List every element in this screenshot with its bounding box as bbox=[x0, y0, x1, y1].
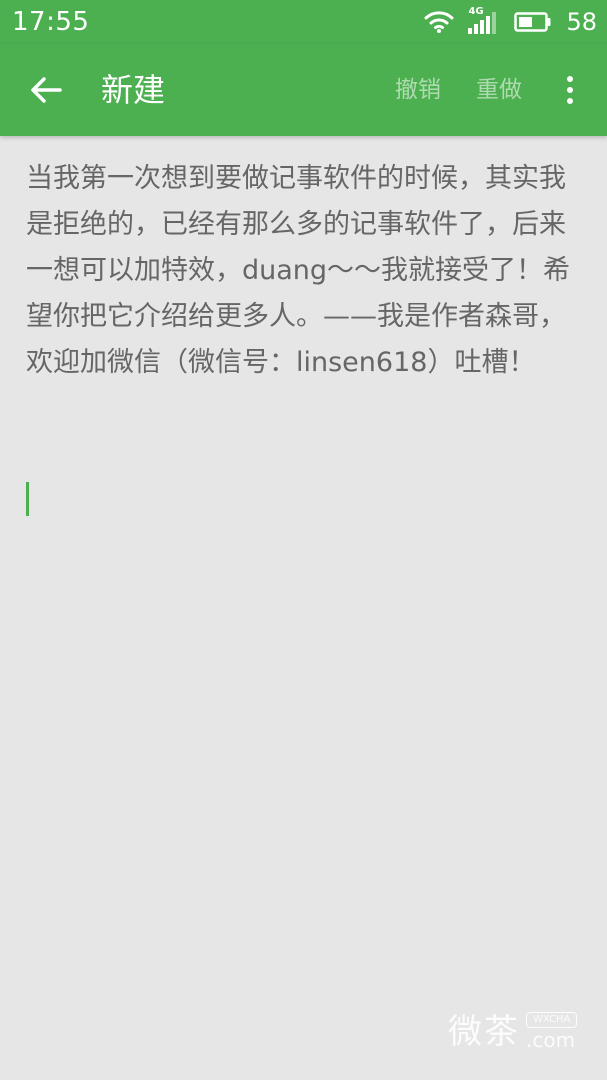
status-time: 17:55 bbox=[12, 7, 90, 37]
note-editor[interactable]: 当我第一次想到要做记事软件的时候，其实我是拒绝的，已经有那么多的记事软件了，后来… bbox=[26, 156, 582, 1036]
battery-icon bbox=[514, 12, 551, 32]
battery-level: 58 bbox=[566, 8, 597, 36]
status-icons: 4G 58 bbox=[424, 6, 597, 38]
toolbar: 新建 撤销 重做 bbox=[0, 44, 607, 136]
more-options-button[interactable] bbox=[550, 66, 590, 114]
watermark-logo-text: 微茶 bbox=[448, 1012, 520, 1052]
watermark: 微茶 WXCHA .com bbox=[448, 1012, 578, 1052]
page-title: 新建 bbox=[101, 71, 166, 109]
back-button[interactable] bbox=[20, 66, 72, 114]
undo-button[interactable]: 撤销 bbox=[395, 72, 441, 108]
watermark-badge: WXCHA bbox=[526, 1012, 578, 1028]
cellular-signal-icon: 4G bbox=[464, 6, 498, 36]
redo-button[interactable]: 重做 bbox=[476, 72, 522, 108]
text-cursor bbox=[26, 482, 29, 516]
note-content[interactable]: 当我第一次想到要做记事软件的时候，其实我是拒绝的，已经有那么多的记事软件了，后来… bbox=[26, 156, 582, 386]
wifi-icon bbox=[424, 11, 454, 33]
status-bar: 17:55 4G 58 bbox=[0, 0, 607, 44]
arrow-back-icon bbox=[31, 77, 62, 103]
watermark-domain: .com bbox=[526, 1028, 576, 1052]
more-vertical-icon bbox=[567, 76, 573, 82]
